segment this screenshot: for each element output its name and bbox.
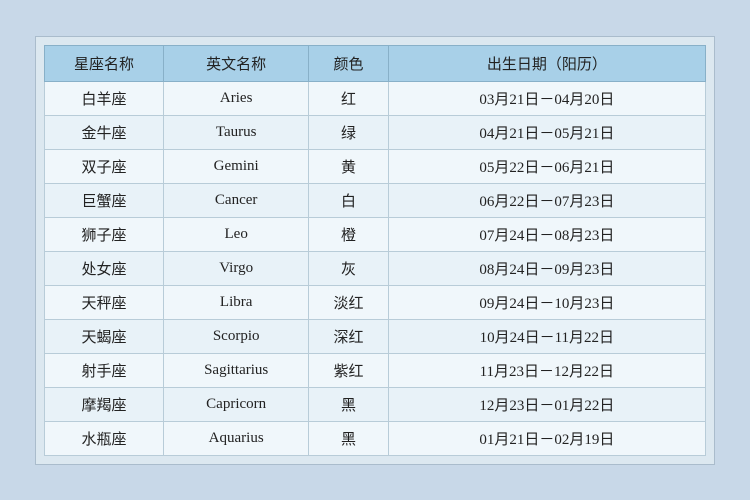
cell-color: 紫红 — [309, 353, 388, 387]
header-english: 英文名称 — [163, 45, 308, 81]
cell-chinese: 天秤座 — [45, 285, 164, 319]
cell-english: Aries — [163, 81, 308, 115]
cell-english: Virgo — [163, 251, 308, 285]
table-row: 金牛座Taurus绿04月21日－05月21日 — [45, 115, 706, 149]
table-row: 处女座Virgo灰08月24日－09月23日 — [45, 251, 706, 285]
table-row: 巨蟹座Cancer白06月22日－07月23日 — [45, 183, 706, 217]
cell-chinese: 巨蟹座 — [45, 183, 164, 217]
cell-english: Leo — [163, 217, 308, 251]
cell-color: 橙 — [309, 217, 388, 251]
cell-color: 黑 — [309, 421, 388, 455]
cell-chinese: 摩羯座 — [45, 387, 164, 421]
cell-date: 10月24日－11月22日 — [388, 319, 705, 353]
cell-chinese: 狮子座 — [45, 217, 164, 251]
cell-date: 11月23日－12月22日 — [388, 353, 705, 387]
cell-chinese: 处女座 — [45, 251, 164, 285]
cell-date: 03月21日－04月20日 — [388, 81, 705, 115]
table-row: 双子座Gemini黄05月22日－06月21日 — [45, 149, 706, 183]
cell-color: 绿 — [309, 115, 388, 149]
cell-color: 深红 — [309, 319, 388, 353]
cell-date: 01月21日－02月19日 — [388, 421, 705, 455]
cell-color: 淡红 — [309, 285, 388, 319]
cell-chinese: 水瓶座 — [45, 421, 164, 455]
cell-date: 09月24日－10月23日 — [388, 285, 705, 319]
cell-english: Capricorn — [163, 387, 308, 421]
header-date: 出生日期（阳历） — [388, 45, 705, 81]
zodiac-table: 星座名称 英文名称 颜色 出生日期（阳历） 白羊座Aries红03月21日－04… — [44, 45, 706, 456]
table-row: 射手座Sagittarius紫红11月23日－12月22日 — [45, 353, 706, 387]
cell-english: Scorpio — [163, 319, 308, 353]
cell-date: 07月24日－08月23日 — [388, 217, 705, 251]
cell-english: Gemini — [163, 149, 308, 183]
table-row: 摩羯座Capricorn黑12月23日－01月22日 — [45, 387, 706, 421]
cell-date: 05月22日－06月21日 — [388, 149, 705, 183]
table-row: 狮子座Leo橙07月24日－08月23日 — [45, 217, 706, 251]
header-chinese: 星座名称 — [45, 45, 164, 81]
zodiac-table-container: 星座名称 英文名称 颜色 出生日期（阳历） 白羊座Aries红03月21日－04… — [35, 36, 715, 465]
table-row: 水瓶座Aquarius黑01月21日－02月19日 — [45, 421, 706, 455]
cell-color: 红 — [309, 81, 388, 115]
cell-english: Aquarius — [163, 421, 308, 455]
cell-color: 黄 — [309, 149, 388, 183]
cell-english: Sagittarius — [163, 353, 308, 387]
table-header-row: 星座名称 英文名称 颜色 出生日期（阳历） — [45, 45, 706, 81]
header-color: 颜色 — [309, 45, 388, 81]
table-row: 白羊座Aries红03月21日－04月20日 — [45, 81, 706, 115]
cell-chinese: 白羊座 — [45, 81, 164, 115]
cell-date: 06月22日－07月23日 — [388, 183, 705, 217]
table-row: 天秤座Libra淡红09月24日－10月23日 — [45, 285, 706, 319]
cell-date: 08月24日－09月23日 — [388, 251, 705, 285]
cell-chinese: 双子座 — [45, 149, 164, 183]
cell-chinese: 射手座 — [45, 353, 164, 387]
cell-date: 12月23日－01月22日 — [388, 387, 705, 421]
cell-date: 04月21日－05月21日 — [388, 115, 705, 149]
cell-color: 白 — [309, 183, 388, 217]
cell-color: 灰 — [309, 251, 388, 285]
cell-english: Libra — [163, 285, 308, 319]
cell-chinese: 天蝎座 — [45, 319, 164, 353]
cell-english: Cancer — [163, 183, 308, 217]
cell-color: 黑 — [309, 387, 388, 421]
table-row: 天蝎座Scorpio深红10月24日－11月22日 — [45, 319, 706, 353]
cell-chinese: 金牛座 — [45, 115, 164, 149]
cell-english: Taurus — [163, 115, 308, 149]
